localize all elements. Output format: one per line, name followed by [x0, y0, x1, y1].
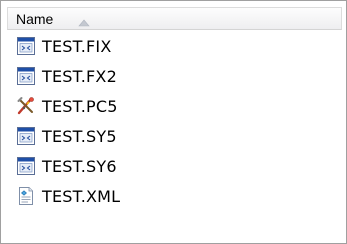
list-item[interactable]: TEST.FX2 [7, 61, 342, 91]
tools-settings-icon [16, 96, 36, 116]
column-header-name[interactable]: Name [7, 7, 342, 30]
list-item[interactable]: TEST.FIX [7, 31, 342, 61]
file-name: TEST.PC5 [42, 97, 118, 116]
file-name: TEST.SY6 [42, 157, 117, 176]
application-window-icon [16, 36, 36, 56]
column-header-label: Name [16, 11, 54, 27]
file-list-view[interactable]: Name TEST.FIX TEST.FX2 TEST.PC5 TEST.SY5… [0, 0, 347, 244]
list-item[interactable]: TEST.PC5 [7, 91, 342, 121]
file-name: TEST.SY5 [42, 127, 117, 146]
file-name: TEST.FIX [42, 37, 112, 56]
file-name: TEST.XML [42, 187, 121, 206]
xml-document-icon [16, 186, 36, 206]
list-item[interactable]: TEST.SY6 [7, 151, 342, 181]
sort-ascending-icon [78, 14, 90, 27]
file-name: TEST.FX2 [42, 67, 117, 86]
application-window-icon [16, 66, 36, 86]
list-item[interactable]: TEST.XML [7, 181, 342, 211]
file-list: TEST.FIX TEST.FX2 TEST.PC5 TEST.SY5 TEST… [7, 31, 342, 211]
application-window-icon [16, 156, 36, 176]
list-item[interactable]: TEST.SY5 [7, 121, 342, 151]
application-window-icon [16, 126, 36, 146]
